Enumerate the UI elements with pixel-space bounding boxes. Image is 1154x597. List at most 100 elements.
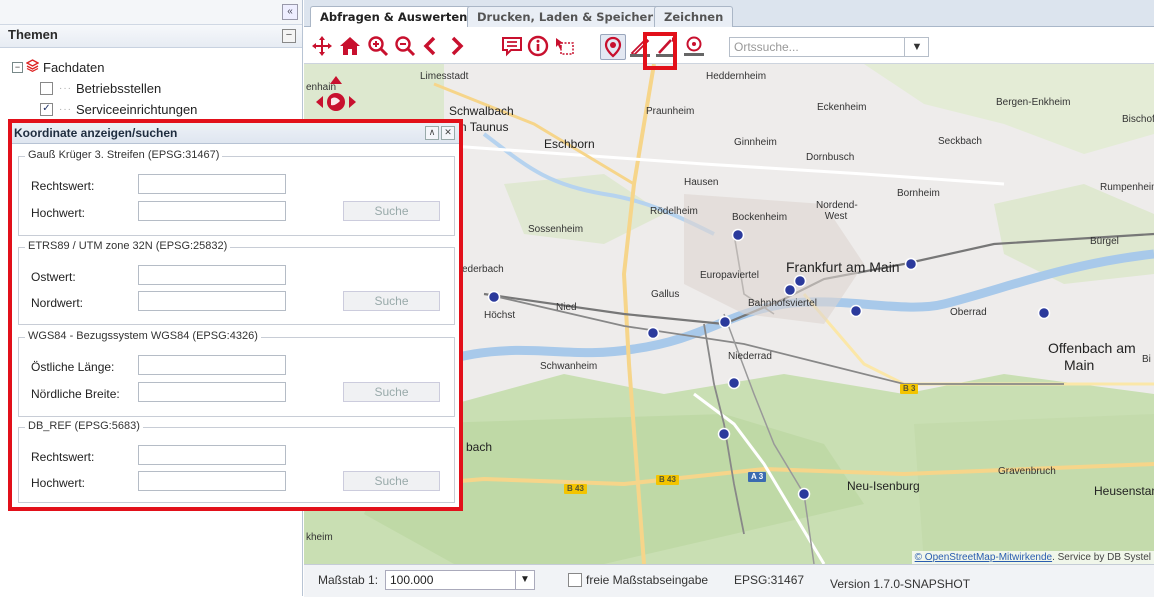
field-label: Ostwert: [31, 270, 76, 284]
field-label: Hochwert: [31, 206, 86, 220]
field-label: Nördliche Breite: [31, 387, 120, 401]
place-label: Nied [556, 302, 577, 313]
free-scale-label: freie Maßstabseingabe [586, 573, 709, 587]
place-label: Ginnheim [734, 137, 777, 148]
locate-pin-icon[interactable] [600, 34, 626, 60]
place-label: Bi [1142, 354, 1151, 365]
field-label: Hochwert: [31, 476, 86, 490]
map-toolbar: Ortssuche... ▼ [304, 27, 1154, 64]
home-icon[interactable] [338, 34, 362, 58]
tab-bar: Abfragen & Auswerten Drucken, Laden & Sp… [304, 0, 1154, 28]
group-wgs84: WGS84 - Bezugssystem WGS84 (EPSG:4326) Ö… [18, 330, 455, 417]
attribution-text: . Service by DB Systel [1052, 552, 1151, 563]
version-label: Version 1.7.0-SNAPSHOT [830, 577, 971, 591]
chevron-down-icon[interactable]: ▼ [515, 571, 534, 589]
field-label: Östliche Länge: [31, 360, 115, 374]
highlight-box [643, 32, 677, 70]
tree-item-fachdaten[interactable]: − Fachdaten [12, 57, 104, 77]
dialog-header: Koordinate anzeigen/suchen ∧ ✕ [12, 123, 459, 144]
layer-checkbox-checked[interactable]: ✓ [40, 102, 53, 116]
tree-item-label: Betriebsstellen [76, 80, 162, 96]
layer-checkbox[interactable] [40, 81, 53, 95]
field-label: Rechtswert: [31, 450, 95, 464]
pan-icon[interactable] [310, 34, 334, 58]
tab-abfragen[interactable]: Abfragen & Auswerten [310, 6, 478, 28]
place-label: Höchst [484, 310, 516, 321]
suche-button[interactable]: Suche [343, 201, 440, 221]
oestliche-laenge-input[interactable] [138, 355, 286, 375]
place-label: enhain [306, 82, 337, 93]
rechtswert-input[interactable] [138, 174, 286, 194]
layers-icon [25, 59, 40, 75]
scale-select[interactable]: 100.000 ▼ [385, 570, 535, 590]
coordinate-icon[interactable] [682, 34, 706, 58]
place-label: bach [466, 440, 493, 454]
field-label: Nordwert: [31, 296, 84, 310]
free-scale-checkbox[interactable] [568, 573, 582, 587]
road-badge: B 43 [656, 475, 679, 485]
select-rect-icon[interactable] [552, 34, 576, 58]
close-icon[interactable]: ✕ [441, 126, 455, 140]
collapse-dialog-icon[interactable]: ∧ [425, 126, 439, 140]
db-rechtswert-input[interactable] [138, 445, 286, 465]
place-label: Eckenheim [817, 102, 867, 113]
place-label: Dornbusch [806, 152, 855, 163]
nordwert-input[interactable] [138, 291, 286, 311]
place-label: Seckbach [938, 136, 982, 147]
ortssuche-input[interactable]: Ortssuche... [729, 37, 929, 57]
tree-item-serviceeinrichtungen[interactable]: ✓ ··· Serviceeinrichtungen [40, 99, 197, 119]
info-icon[interactable] [526, 34, 550, 58]
themen-minimize-button[interactable]: − [282, 29, 296, 43]
place-label: Rumpenheim [1100, 182, 1154, 193]
tab-drucken[interactable]: Drucken, Laden & Speichern [467, 6, 672, 27]
place-label: Rödelheim [650, 206, 698, 217]
dialog-title: Koordinate anzeigen/suchen [14, 126, 178, 140]
collapse-panel-button[interactable]: « [282, 4, 298, 20]
scale-value: 100.000 [390, 573, 434, 587]
place-label: Eschborn [544, 137, 595, 151]
group-gauss-krueger: Gauß Krüger 3. Streifen (EPSG:31467) Rec… [18, 149, 455, 236]
tab-zeichnen[interactable]: Zeichnen [654, 6, 734, 27]
place-label: Nordend-West [816, 200, 858, 222]
tree-item-label: Serviceeinrichtungen [76, 101, 198, 117]
tree-item-betriebsstellen[interactable]: ··· Betriebsstellen [40, 78, 161, 98]
suche-button[interactable]: Suche [343, 291, 440, 311]
zoom-in-icon[interactable] [366, 34, 390, 58]
group-legend: Gauß Krüger 3. Streifen (EPSG:31467) [25, 149, 223, 161]
back-icon[interactable] [419, 34, 443, 58]
hochwert-input[interactable] [138, 201, 286, 221]
status-bar: Maßstab 1: 100.000 ▼ freie Maßstabseinga… [304, 564, 1154, 597]
place-label: Gravenbruch [998, 466, 1056, 477]
chevron-down-icon[interactable]: ▼ [904, 37, 929, 57]
themen-header: Themen − [0, 25, 302, 48]
place-label: kheim [306, 532, 333, 543]
db-hochwert-input[interactable] [138, 471, 286, 491]
ostwert-input[interactable] [138, 265, 286, 285]
place-label: Frankfurt am Main [786, 259, 900, 275]
noerdliche-breite-input[interactable] [138, 382, 286, 402]
forward-icon[interactable] [444, 34, 468, 58]
place-label: Offenbach am [1048, 340, 1136, 356]
place-label: Bahnhofsviertel [748, 298, 817, 309]
osm-attribution-link[interactable]: © OpenStreetMap-Mitwirkende [915, 552, 1052, 563]
road-badge: B 43 [564, 484, 587, 494]
road-badge: B 3 [900, 384, 919, 394]
place-label: Neu-Isenburg [847, 479, 920, 493]
left-panel-header: « [0, 0, 302, 25]
place-label: Heusenstamm [1094, 484, 1154, 498]
place-label: Schwalbach [449, 104, 514, 118]
group-db-ref: DB_REF (EPSG:5683) Rechtswert: Hochwert:… [18, 420, 455, 503]
place-label: Bürgel [1090, 236, 1119, 247]
place-label: Niederrad [728, 351, 772, 362]
suche-button[interactable]: Suche [343, 382, 440, 402]
group-legend: WGS84 - Bezugssystem WGS84 (EPSG:4326) [25, 330, 261, 342]
place-label: Hausen [684, 177, 719, 188]
suche-button[interactable]: Suche [343, 471, 440, 491]
tree-connector: ··· [59, 82, 72, 94]
group-legend: ETRS89 / UTM zone 32N (EPSG:25832) [25, 240, 231, 252]
speech-bubble-icon[interactable] [500, 34, 524, 58]
place-label: Gallus [651, 289, 680, 300]
place-label: Europaviertel [700, 270, 759, 281]
zoom-out-icon[interactable] [393, 34, 417, 58]
tree-collapse-icon[interactable]: − [12, 61, 23, 73]
